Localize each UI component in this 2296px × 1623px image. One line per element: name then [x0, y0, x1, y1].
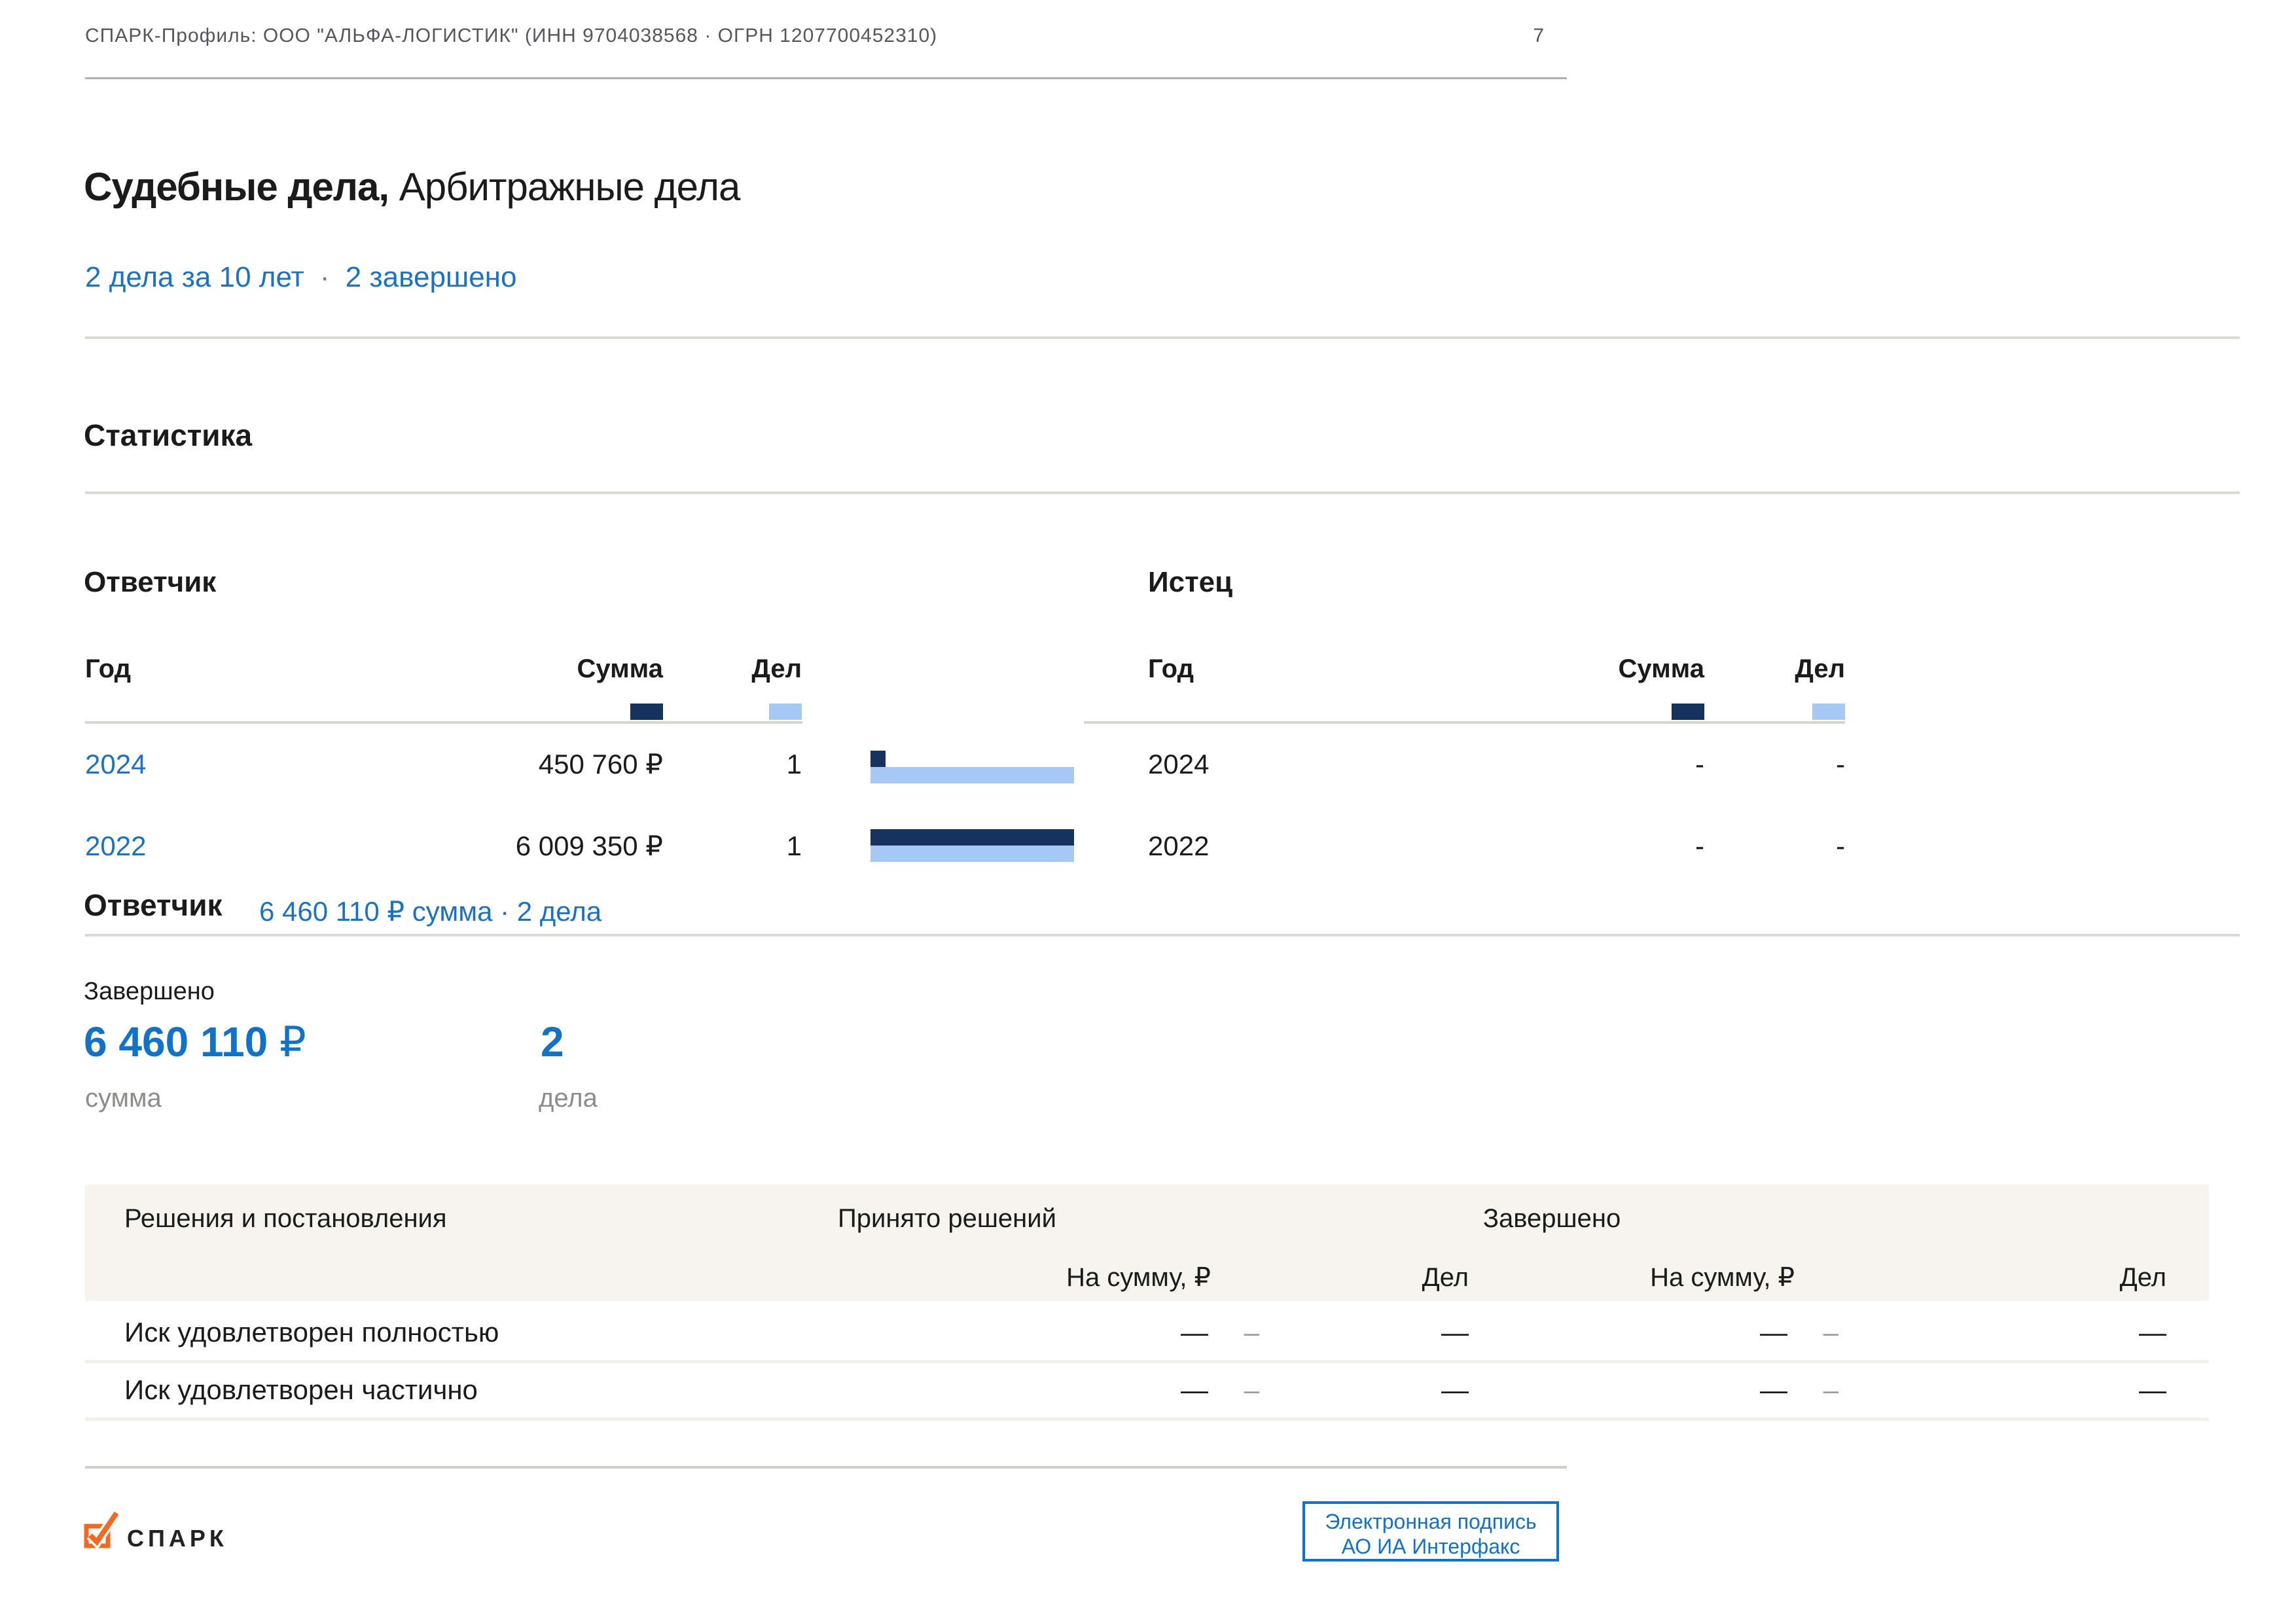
- page-title: Судебные дела, Арбитражные дела: [84, 166, 740, 208]
- row-separator: [85, 1418, 2209, 1421]
- completed-sum-delta-dash: –: [1773, 1318, 1839, 1347]
- page-title-secondary: Арбитражные дела: [399, 165, 740, 209]
- completed-sum-dash: —: [1657, 1318, 1787, 1347]
- completed-cases-value: 2: [541, 1021, 564, 1063]
- section-divider-top: [85, 336, 2240, 339]
- decision-row-label: Иск удовлетворен полностью: [124, 1318, 499, 1347]
- defendant-cases-value: 1: [736, 750, 802, 779]
- decision-row-label: Иск удовлетворен частично: [124, 1376, 478, 1404]
- decisions-group-completed: Завершено: [1421, 1204, 1683, 1233]
- defendant-total-heading: Ответчик: [84, 889, 223, 921]
- defendant-header-rule: [85, 721, 802, 724]
- defendant-sum-value: 6 009 350 ₽: [393, 832, 663, 861]
- decisions-col-label: Решения и постановления: [124, 1204, 447, 1233]
- signature-button[interactable]: Электронная подпись АО ИА Интерфакс: [1302, 1501, 1559, 1561]
- footer-divider: [85, 1466, 1567, 1469]
- signature-line1: Электронная подпись: [1305, 1509, 1556, 1534]
- total-cases-link[interactable]: 2 дела за 10 лет: [85, 261, 304, 293]
- plaintiff-sum-value: -: [1639, 832, 1704, 861]
- accepted-sum-col: На сумму, ₽: [1014, 1263, 1211, 1292]
- completed-sum-value: 6 460 110: [84, 1018, 268, 1065]
- cases-legend-swatch: [1812, 704, 1845, 720]
- plaintiff-heading: Истец: [1148, 567, 1232, 598]
- sum-legend-swatch: [630, 704, 663, 720]
- ruble-sign: ₽: [279, 1018, 306, 1065]
- totals-divider: [85, 934, 2240, 936]
- completed-cases-col: Дел: [2101, 1263, 2166, 1292]
- sum-legend-swatch: [1672, 704, 1704, 720]
- plaintiff-cases-value: -: [1780, 750, 1845, 779]
- completed-sum-col: На сумму, ₽: [1598, 1263, 1795, 1292]
- defendant-col-sum: Сумма: [458, 654, 663, 683]
- cases-summary: 2 дела за 10 лет · 2 завершено: [85, 262, 516, 293]
- completed-label: Завершено: [84, 978, 215, 1005]
- statistics-heading: Статистика: [84, 419, 252, 452]
- defendant-col-cases: Дел: [720, 654, 802, 683]
- defendant-col-year: Год: [85, 654, 131, 683]
- sum-bar: [870, 829, 1074, 846]
- accepted-cases-dash: —: [1371, 1318, 1469, 1347]
- statistics-divider: [85, 491, 2240, 494]
- spark-logo-text: СПАРК: [127, 1525, 228, 1552]
- header-divider: [85, 77, 1567, 79]
- plaintiff-col-year: Год: [1148, 654, 1194, 683]
- plaintiff-header-rule: [1084, 721, 1845, 724]
- completed-cases-dash: —: [2068, 1318, 2166, 1347]
- accepted-cases-col: Дел: [1403, 1263, 1469, 1292]
- plaintiff-col-sum: Сумма: [1499, 654, 1704, 683]
- page-number: 7: [1492, 25, 1545, 47]
- signature-line2: АО ИА Интерфакс: [1305, 1534, 1556, 1559]
- cases-bar: [870, 767, 1074, 783]
- plaintiff-year: 2024: [1148, 750, 1209, 779]
- accepted-sum-delta-dash: –: [1194, 1376, 1259, 1404]
- defendant-heading: Ответчик: [84, 567, 216, 598]
- cases-legend-swatch: [769, 704, 802, 720]
- accepted-cases-dash: —: [1371, 1376, 1469, 1404]
- completed-sum-delta-dash: –: [1773, 1376, 1839, 1404]
- defendant-year-link[interactable]: 2024: [85, 750, 146, 779]
- cases-bar: [870, 846, 1074, 862]
- defendant-year-link[interactable]: 2022: [85, 832, 146, 861]
- finished-cases-link[interactable]: 2 завершено: [346, 261, 517, 293]
- completed-cases-dash: —: [2068, 1376, 2166, 1404]
- plaintiff-year: 2022: [1148, 832, 1209, 861]
- plaintiff-cases-value: -: [1780, 832, 1845, 861]
- sum-bar: [870, 751, 886, 767]
- completed-sum: 6 460 110 ₽: [84, 1021, 306, 1063]
- accepted-sum-dash: —: [1077, 1376, 1208, 1404]
- page-title-primary: Судебные дела,: [84, 165, 389, 209]
- decisions-group-accepted: Принято решений: [816, 1204, 1078, 1233]
- completed-sum-dash: —: [1657, 1376, 1787, 1404]
- spark-logo-icon: [80, 1508, 126, 1548]
- row-separator: [85, 1360, 2209, 1363]
- completed-cases-caption: дела: [539, 1084, 598, 1113]
- defendant-sum-value: 450 760 ₽: [393, 750, 663, 779]
- document-header-line: СПАРК-Профиль: ООО "АЛЬФА-ЛОГИСТИК" (ИНН…: [85, 25, 937, 47]
- plaintiff-sum-value: -: [1639, 750, 1704, 779]
- plaintiff-col-cases: Дел: [1763, 654, 1845, 683]
- report-page: СПАРК-Профиль: ООО "АЛЬФА-ЛОГИСТИК" (ИНН…: [0, 0, 2296, 1623]
- defendant-total-link[interactable]: 6 460 110 ₽ сумма · 2 дела: [259, 897, 601, 927]
- defendant-cases-value: 1: [736, 832, 802, 861]
- completed-sum-caption: сумма: [85, 1084, 162, 1113]
- accepted-sum-dash: —: [1077, 1318, 1208, 1347]
- accepted-sum-delta-dash: –: [1194, 1318, 1259, 1347]
- dot-separator: ·: [320, 261, 330, 293]
